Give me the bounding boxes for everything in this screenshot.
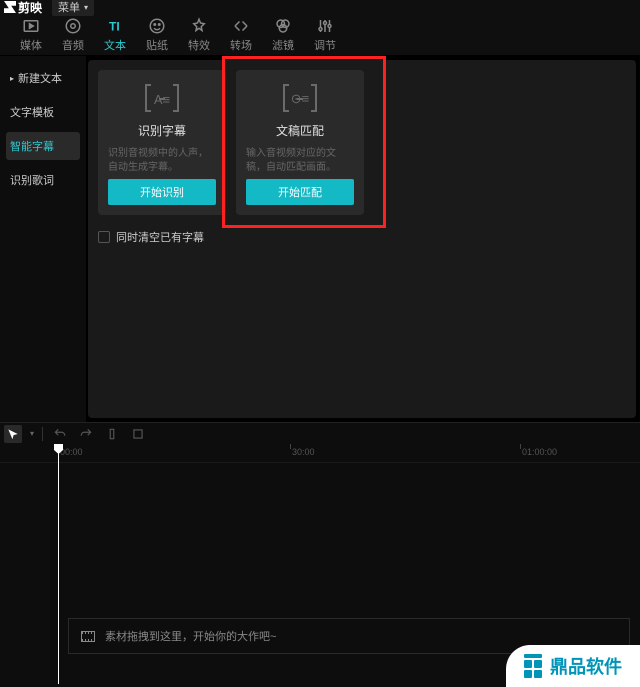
tool-adjust[interactable]: 调节 xyxy=(304,17,346,53)
sidebar-item-text-template[interactable]: 文字模板 xyxy=(6,98,80,126)
audio-icon xyxy=(64,17,82,35)
tool-sticker[interactable]: 贴纸 xyxy=(136,17,178,53)
tool-label: 文本 xyxy=(104,37,126,53)
tool-effect[interactable]: 特效 xyxy=(178,17,220,53)
match-icon: ⊙≡ xyxy=(280,84,320,114)
tool-label: 滤镜 xyxy=(272,37,294,53)
ruler-tick: 30:00 xyxy=(290,447,315,457)
menu-label: 菜单 xyxy=(58,0,80,15)
sidebar-item-label: 新建文本 xyxy=(18,70,62,86)
split-button[interactable] xyxy=(103,425,121,443)
media-icon xyxy=(22,17,40,35)
tool-label: 转场 xyxy=(230,37,252,53)
card-desc: 输入音视频对应的文稿，自动匹配画面。 xyxy=(246,147,354,179)
filter-icon xyxy=(274,17,292,35)
adjust-icon xyxy=(316,17,334,35)
tool-label: 贴纸 xyxy=(146,37,168,53)
sidebar-item-new-text[interactable]: ▸ 新建文本 xyxy=(6,64,80,92)
arrow-icon: ▸ xyxy=(10,74,14,83)
content-panel: A≡ 识别字幕 识别音视频中的人声，自动生成字幕。 开始识别 ⊙≡ 文稿匹配 输… xyxy=(88,60,636,418)
film-icon xyxy=(81,631,95,642)
watermark: 鼎品软件 xyxy=(506,645,640,687)
tool-text[interactable]: TI 文本 xyxy=(94,17,136,53)
start-recognize-button[interactable]: 开始识别 xyxy=(108,179,216,205)
sticker-icon xyxy=(148,17,166,35)
transition-icon xyxy=(232,17,250,35)
drop-hint-text: 素材拖拽到这里，开始你的大作吧~ xyxy=(105,628,276,644)
text-icon: TI xyxy=(106,17,124,35)
tool-label: 音频 xyxy=(62,37,84,53)
crop-button[interactable] xyxy=(129,425,147,443)
toolbar: 媒体 音频 TI 文本 贴纸 特效 转场 滤镜 调节 xyxy=(0,14,640,56)
effect-icon xyxy=(190,17,208,35)
menu-button[interactable]: 菜单 ▾ xyxy=(52,0,94,16)
card-title: 文稿匹配 xyxy=(276,122,324,139)
sidebar-item-label: 识别歌词 xyxy=(10,172,54,188)
main-area: ▸ 新建文本 文字模板 智能字幕 识别歌词 A≡ 识别字幕 识别音视频中的人声，… xyxy=(0,56,640,422)
timeline-ruler[interactable]: 00:00 30:00 01:00:00 xyxy=(0,444,640,462)
tool-label: 特效 xyxy=(188,37,210,53)
card-row: A≡ 识别字幕 识别音视频中的人声，自动生成字幕。 开始识别 ⊙≡ 文稿匹配 输… xyxy=(98,70,626,215)
app-name: 剪映 xyxy=(18,0,42,16)
chevron-down-icon[interactable]: ▾ xyxy=(30,429,34,438)
pointer-tool[interactable] xyxy=(4,425,22,443)
card-title: 识别字幕 xyxy=(138,122,186,139)
start-match-button[interactable]: 开始匹配 xyxy=(246,179,354,205)
tool-label: 媒体 xyxy=(20,37,42,53)
titlebar: 剪映 菜单 ▾ xyxy=(0,0,640,14)
sidebar-item-lyrics[interactable]: 识别歌词 xyxy=(6,166,80,194)
card-recognize-subtitle: A≡ 识别字幕 识别音视频中的人声，自动生成字幕。 开始识别 xyxy=(98,70,226,215)
svg-text:TI: TI xyxy=(109,19,120,33)
sidebar-item-label: 智能字幕 xyxy=(10,138,54,154)
tool-audio[interactable]: 音频 xyxy=(52,17,94,53)
logo-icon xyxy=(4,1,16,13)
checkbox-label: 同时清空已有字幕 xyxy=(116,229,204,245)
clear-subtitles-option[interactable]: 同时清空已有字幕 xyxy=(98,229,626,245)
tool-label: 调节 xyxy=(314,37,336,53)
watermark-icon xyxy=(524,654,542,678)
card-match-script: ⊙≡ 文稿匹配 输入音视频对应的文稿，自动匹配画面。 开始匹配 xyxy=(236,70,364,215)
divider xyxy=(42,427,43,441)
checkbox-icon[interactable] xyxy=(98,231,110,243)
tool-transition[interactable]: 转场 xyxy=(220,17,262,53)
sidebar-item-smart-subtitle[interactable]: 智能字幕 xyxy=(6,132,80,160)
watermark-text: 鼎品软件 xyxy=(550,653,622,679)
card-desc: 识别音视频中的人声，自动生成字幕。 xyxy=(108,147,216,179)
sidebar-item-label: 文字模板 xyxy=(10,104,54,120)
recognize-icon: A≡ xyxy=(142,84,182,114)
ruler-tick: 01:00:00 xyxy=(520,447,557,457)
sidebar: ▸ 新建文本 文字模板 智能字幕 识别歌词 xyxy=(0,56,86,422)
timeline-toolbar: ▾ xyxy=(0,422,640,444)
playhead[interactable] xyxy=(58,444,59,684)
app-logo: 剪映 xyxy=(4,0,42,16)
tool-filter[interactable]: 滤镜 xyxy=(262,17,304,53)
undo-button[interactable] xyxy=(51,425,69,443)
redo-button[interactable] xyxy=(77,425,95,443)
tool-media[interactable]: 媒体 xyxy=(10,17,52,53)
chevron-down-icon: ▾ xyxy=(84,3,88,12)
